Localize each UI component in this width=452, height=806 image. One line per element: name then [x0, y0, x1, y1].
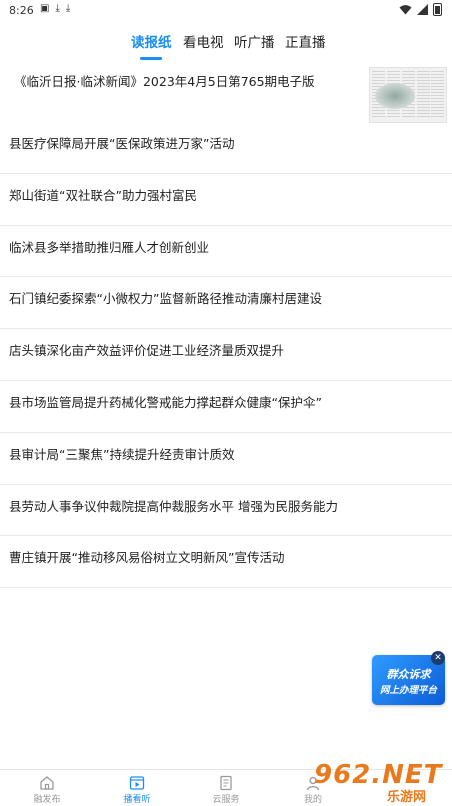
notification-icons: ▣ ⤓ ⤓	[40, 3, 70, 14]
news-item[interactable]: 店头镇深化亩产效益评价促进工业经济量质双提升	[0, 329, 452, 381]
video-icon	[129, 776, 145, 790]
nav-label: 融发布	[33, 795, 61, 805]
news-title: 临沭县多举措助推归雁人才创新创业	[9, 239, 210, 255]
news-item[interactable]: 县医疗保障局开展“医保政策进万家”活动	[0, 122, 452, 174]
tab-watch-tv[interactable]: 看电视	[183, 31, 224, 51]
media-tabs: 读报纸 看电视 听广播 正直播	[0, 31, 452, 59]
status-bar: 8:26 ▣ ⤓ ⤓	[0, 0, 452, 22]
nav-label: 播看听	[123, 795, 151, 805]
nav-label: 云服务	[212, 795, 240, 805]
news-title: 县市场监管局提升药械化警戒能力撑起群众健康“保护伞”	[9, 394, 322, 410]
news-title: 县劳动人事争议仲裁院提高仲裁服务水平 增强为民服务能力	[9, 498, 338, 514]
download-icon: ⤓	[65, 3, 71, 14]
watermark-sub: 乐游网	[387, 790, 427, 805]
banner-line1: 群众诉求	[386, 668, 431, 681]
nav-item-service[interactable]: 云服务	[181, 770, 271, 806]
banner-line2: 网上办理平台	[379, 685, 437, 696]
home-icon	[40, 776, 54, 790]
news-title: 店头镇深化亩产效益评价促进工业经济量质双提升	[9, 343, 285, 359]
news-item[interactable]: 县市场监管局提升药械化警戒能力撑起群众健康“保护伞”	[0, 381, 452, 433]
battery-icon	[433, 3, 442, 16]
news-item[interactable]: 石门镇纪委探索“小微权力”监督新路径推动清廉村居建设	[0, 277, 452, 330]
nav-item-publish[interactable]: 融发布	[2, 770, 92, 806]
nav-item-media[interactable]: 播看听	[92, 770, 182, 806]
signal-icon	[417, 4, 428, 15]
news-title: 县审计局“三聚焦”持续提升经责审计质效	[9, 446, 235, 462]
epaper-item[interactable]: 《临沂日报·临沭新闻》2023年4月5日第765期电子版	[0, 64, 452, 123]
wifi-icon	[399, 5, 412, 15]
close-icon[interactable]: ✕	[431, 651, 445, 665]
news-title: 曹庄镇开展“推动移风易俗树立文明新风”宣传活动	[9, 550, 285, 566]
news-item[interactable]: 县审计局“三聚焦”持续提升经责审计质效	[0, 433, 452, 485]
status-time: 8:26	[9, 4, 34, 17]
notification-a-icon: ▣	[40, 3, 50, 14]
site-watermark: 962.NET 乐游网	[314, 760, 446, 805]
download-icon: ⤓	[55, 3, 60, 14]
epaper-thumbnail	[369, 67, 447, 123]
tab-read-newspaper[interactable]: 读报纸	[131, 31, 172, 51]
news-item[interactable]: 郑山街道“双社联合”助力强村富民	[0, 174, 452, 226]
system-indicators	[399, 3, 442, 16]
news-list: 县医疗保障局开展“医保政策进万家”活动 郑山街道“双社联合”助力强村富民 临沭县…	[0, 122, 452, 589]
news-item[interactable]: 县劳动人事争议仲裁院提高仲裁服务水平 增强为民服务能力	[0, 485, 452, 537]
news-item[interactable]: 曹庄镇开展“推动移风易俗树立文明新风”宣传活动	[0, 536, 452, 589]
tab-live[interactable]: 正直播	[285, 31, 326, 51]
service-icon	[220, 775, 232, 791]
news-title: 县医疗保障局开展“医保政策进万家”活动	[9, 136, 235, 151]
news-title: 郑山街道“双社联合”助力强村富民	[9, 187, 197, 203]
epaper-title: 《临沂日报·临沭新闻》2023年4月5日第765期电子版	[14, 74, 315, 89]
news-title: 石门镇纪委探索“小微权力”监督新路径推动清廉村居建设	[9, 291, 322, 307]
tab-listen-radio[interactable]: 听广播	[234, 31, 275, 51]
news-item[interactable]: 临沭县多举措助推归雁人才创新创业	[0, 226, 452, 278]
